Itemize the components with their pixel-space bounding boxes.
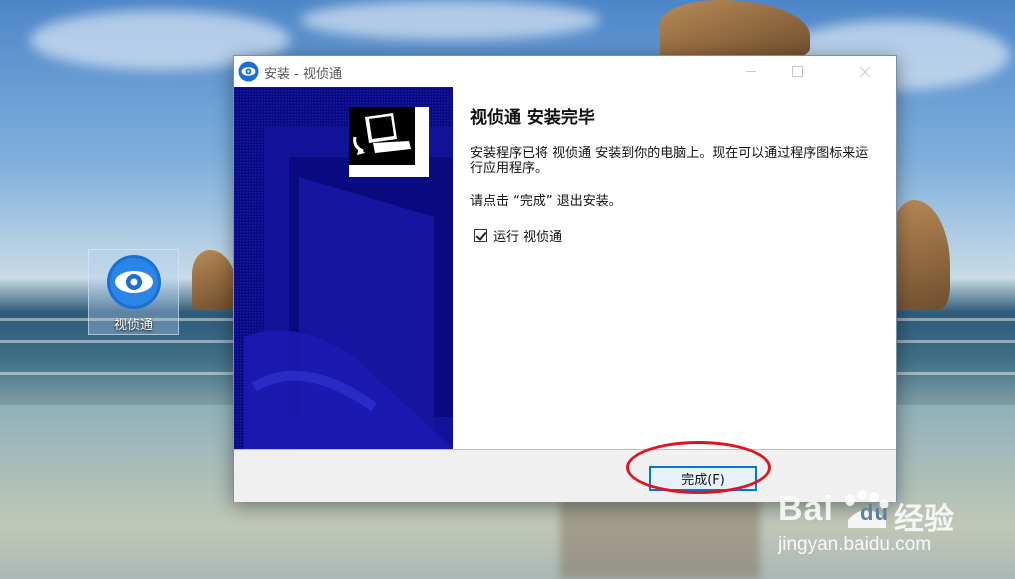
watermark-brand-latin2: du: [860, 500, 889, 525]
run-app-checkbox-label: 运行 视侦通: [493, 230, 563, 245]
sea-stack-rock: [660, 0, 810, 60]
installer-window: 安装 - 视侦通 视侦通 安装完毕 安装程序已将 视侦通 安装到你的电脑上。现在…: [233, 55, 897, 502]
window-title: 安装 - 视侦通: [264, 67, 342, 82]
desktop-shortcut[interactable]: 视侦通: [88, 249, 179, 335]
title-bar[interactable]: 安装 - 视侦通: [234, 56, 896, 87]
close-icon: [859, 66, 871, 77]
wizard-banner-image: [234, 87, 453, 449]
run-app-checkbox[interactable]: [474, 229, 487, 242]
rock-reflection: [560, 500, 760, 579]
finish-instruction: 请点击 “完成” 退出安装。: [470, 194, 622, 209]
maximize-icon: [791, 66, 803, 77]
watermark-url: jingyan.baidu.com: [778, 534, 932, 555]
installer-logo-icon: [349, 107, 429, 177]
finish-description: 安装程序已将 视侦通 安装到你的电脑上。现在可以通过程序图标来运行应用程序。: [470, 146, 869, 176]
watermark-brand-cn: 经验: [894, 502, 954, 537]
finish-heading: 视侦通 安装完毕: [470, 108, 595, 128]
watermark-brand-latin: Bai: [778, 490, 834, 528]
desktop-shortcut-label: 视侦通: [113, 318, 153, 333]
minimize-icon: [746, 71, 756, 72]
maximize-button[interactable]: [774, 56, 820, 87]
close-button[interactable]: [842, 56, 888, 87]
sea-stack-rock: [192, 250, 236, 310]
highlight-annotation-oval: [626, 441, 771, 494]
run-app-checkbox-row[interactable]: 运行 视侦通: [474, 226, 562, 245]
sea-stack-rock: [890, 200, 950, 310]
baidu-jingyan-watermark: Bai du 经验 jingyan.baidu.com: [778, 490, 1008, 570]
eye-app-icon: [238, 61, 259, 82]
minimize-button[interactable]: [728, 56, 774, 87]
cloud: [300, 0, 600, 40]
computer-icon: [349, 107, 415, 165]
eye-app-icon: [107, 255, 161, 309]
